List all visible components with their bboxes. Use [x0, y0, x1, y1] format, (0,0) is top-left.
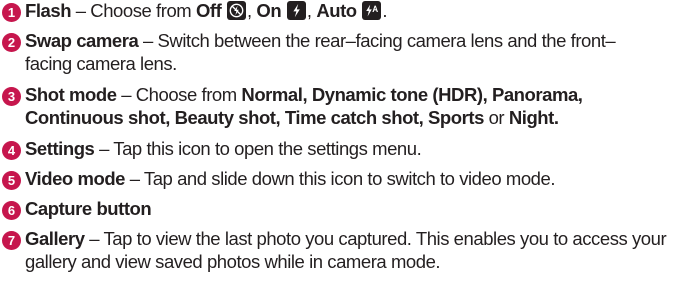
- item-text: Swap camera – Switch between the rear–fa…: [25, 30, 687, 52]
- number-badge: 4: [2, 141, 21, 160]
- number-badge: 1: [2, 3, 21, 22]
- item-label: Swap camera: [25, 30, 139, 51]
- item-description-cont: facing camera lens.: [25, 53, 177, 74]
- item-text: Shot mode – Choose from Normal, Dynamic …: [25, 84, 687, 106]
- period: .: [382, 0, 388, 21]
- flash-on-label: On: [256, 0, 282, 21]
- item-text: Settings – Tap this icon to open the set…: [25, 138, 687, 160]
- item-text: Gallery – Tap to view the last photo you…: [25, 228, 687, 250]
- separator-comma: ,: [306, 0, 317, 21]
- item-text-continuation: Continuous shot, Beauty shot, Time catch…: [25, 107, 687, 129]
- item-label: Settings: [25, 138, 95, 159]
- item-description: – Choose from: [116, 84, 242, 105]
- number-badge: 7: [2, 231, 21, 250]
- item-label: Shot mode: [25, 84, 117, 105]
- item-text-continuation: gallery and view saved photos while in c…: [25, 251, 687, 273]
- item-text: Flash – Choose from Off , On , Auto .: [25, 0, 687, 22]
- item-description: – Choose from: [71, 0, 196, 21]
- item-label: Capture button: [25, 198, 152, 219]
- number-badge: 3: [2, 87, 21, 106]
- shot-modes-list-cont: Continuous shot, Beauty shot, Time catch…: [25, 107, 484, 128]
- separator-comma: ,: [247, 0, 257, 21]
- or-word: or: [483, 107, 509, 128]
- item-label: Flash: [25, 0, 72, 21]
- night-mode: Night.: [508, 107, 559, 128]
- item-description: – Tap and slide down this icon to switch…: [125, 168, 556, 189]
- item-label: Gallery: [25, 228, 85, 249]
- flash-on-icon: [286, 1, 306, 20]
- number-badge: 5: [2, 171, 21, 190]
- item-description: – Tap this icon to open the settings men…: [94, 138, 422, 159]
- flash-off-label: Off: [195, 0, 222, 21]
- flash-auto-label: Auto: [316, 0, 357, 21]
- item-label: Video mode: [25, 168, 126, 189]
- flash-off-icon: [227, 1, 247, 20]
- item-description: – Tap to view the last photo you capture…: [84, 228, 667, 249]
- camera-options-list: 1 Flash – Choose from Off , On , Auto . …: [0, 0, 687, 282]
- flash-auto-icon: [362, 1, 382, 20]
- item-description-cont: gallery and view saved photos while in c…: [25, 251, 441, 272]
- shot-modes-list: Normal, Dynamic tone (HDR), Panorama,: [241, 84, 583, 105]
- item-text: Capture button: [25, 198, 687, 220]
- item-text: Video mode – Tap and slide down this ico…: [25, 168, 687, 190]
- number-badge: 2: [2, 33, 21, 52]
- item-description: – Switch between the rear–facing camera …: [138, 30, 616, 51]
- number-badge: 6: [2, 201, 21, 220]
- item-text-continuation: facing camera lens.: [25, 53, 687, 75]
